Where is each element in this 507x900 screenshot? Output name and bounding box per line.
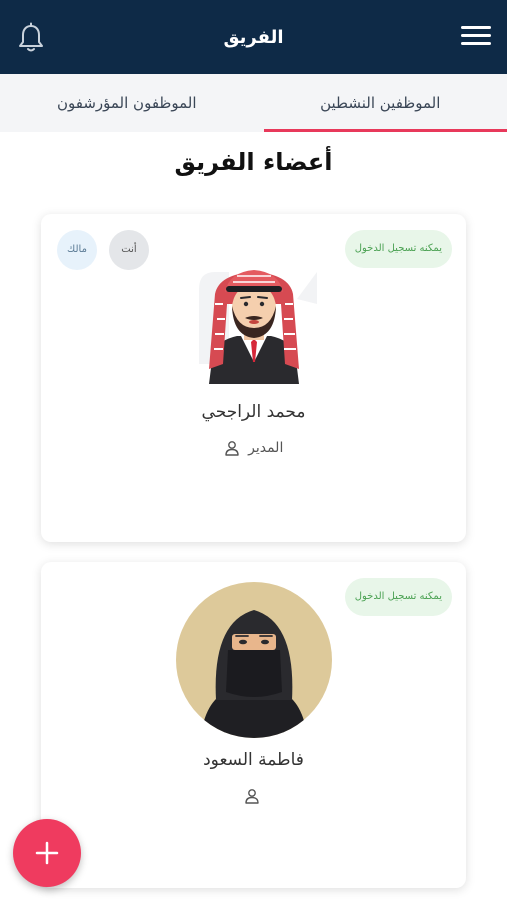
can-login-badge: يمكنه تسجيل الدخول xyxy=(344,230,452,268)
male-avatar-image xyxy=(198,270,317,384)
plus-icon xyxy=(35,841,59,865)
hamburger-menu-icon[interactable] xyxy=(461,26,491,48)
member-role xyxy=(41,788,466,804)
section-title: أعضاء الفريق xyxy=(174,148,333,176)
member-role: المدير xyxy=(41,440,466,456)
owner-badge: مالك xyxy=(57,230,97,270)
member-name: محمد الراجحي xyxy=(201,402,306,422)
user-icon xyxy=(224,441,239,456)
user-icon xyxy=(244,789,259,804)
tab-active-employees[interactable]: الموظفين النشطين xyxy=(254,74,507,132)
app-header: الفريق xyxy=(0,0,507,74)
member-role-label: المدير xyxy=(248,440,284,456)
you-badge: أنت xyxy=(109,230,149,270)
tab-archived-employees[interactable]: الموظفون المؤرشفون xyxy=(0,74,254,132)
female-avatar-image xyxy=(175,582,332,738)
member-card[interactable]: يمكنه تسجيل الدخول فاطمة السعود xyxy=(41,562,466,888)
member-name: فاطمة السعود xyxy=(203,750,304,770)
tab-bar: الموظفين النشطين الموظفون المؤرشفون xyxy=(0,74,507,132)
member-card[interactable]: يمكنه تسجيل الدخول أنت مالك محمد الراجحي xyxy=(41,214,466,542)
add-member-button[interactable] xyxy=(13,819,81,887)
can-login-badge: يمكنه تسجيل الدخول xyxy=(344,578,452,616)
page-title: الفريق xyxy=(223,27,284,48)
